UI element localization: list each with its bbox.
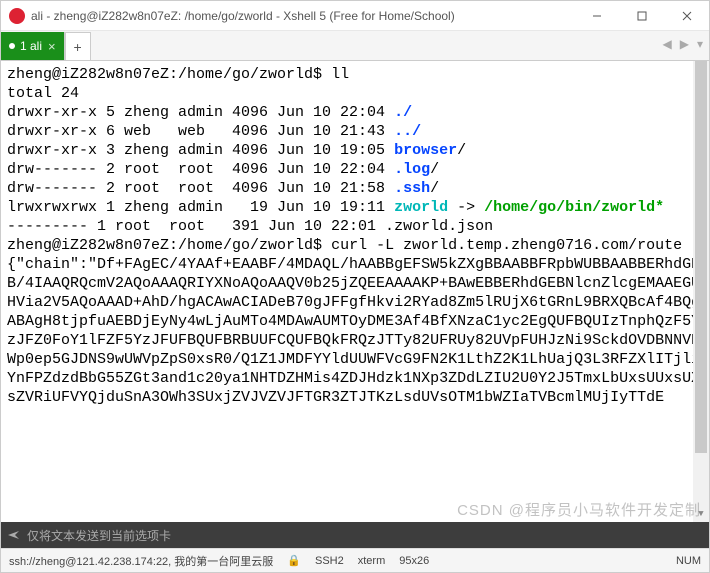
tab-session-1[interactable]: 1 ali ×: [1, 32, 65, 60]
arrow: ->: [448, 199, 484, 216]
symlink-name: zworld: [394, 199, 448, 216]
dir-name: .log: [394, 161, 430, 178]
dir-name: ../: [394, 123, 421, 140]
ls-row: lrwxrwxrwx 1 zheng admin 19 Jun 10 19:11: [7, 199, 394, 216]
slash: /: [430, 161, 439, 178]
ls-row: drw------- 2 root root 4096 Jun 10 22:04: [7, 161, 394, 178]
curl-output: {"chain":"Df+FAgEC/4YAAf+EAABF/4MDAQL/hA…: [7, 256, 700, 406]
window-buttons: [574, 1, 709, 31]
dir-name: browser: [394, 142, 457, 159]
scroll-down-icon[interactable]: ▼: [693, 506, 709, 522]
close-button[interactable]: [664, 1, 709, 31]
scrollbar[interactable]: ▲ ▼: [693, 61, 709, 522]
maximize-button[interactable]: [619, 1, 664, 31]
status-ssh: SSH2: [315, 555, 344, 567]
send-placeholder: 仅将文本发送到当前选项卡: [27, 527, 171, 544]
scrollbar-thumb[interactable]: [695, 61, 707, 453]
terminal[interactable]: zheng@iZ282w8n07eZ:/home/go/zworld$ ll t…: [1, 61, 709, 522]
status-dot-icon: [9, 43, 15, 49]
status-connection: ssh://zheng@121.42.238.174:22, 我的第一台阿里云服: [9, 553, 273, 569]
send-icon: [7, 529, 21, 541]
symlink-target: /home/go/bin/zworld: [484, 199, 655, 216]
tab-menu-icon[interactable]: ▾: [697, 37, 703, 51]
app-icon: [9, 8, 25, 24]
dir-name: ./: [394, 104, 412, 121]
output-line: total 24: [7, 85, 79, 102]
send-bar[interactable]: 仅将文本发送到当前选项卡: [1, 522, 709, 548]
prompt: zheng@iZ282w8n07eZ:/home/go/zworld$: [7, 237, 331, 254]
tab-next-icon[interactable]: ▶: [680, 37, 689, 51]
ls-row: drwxr-xr-x 6 web web 4096 Jun 10 21:43: [7, 123, 394, 140]
ls-row: drw------- 2 root root 4096 Jun 10 21:58: [7, 180, 394, 197]
status-num: NUM: [676, 555, 701, 567]
window-title: ali - zheng@iZ282w8n07eZ: /home/go/zworl…: [31, 9, 574, 23]
tab-nav: ◀ ▶ ▾: [663, 37, 704, 51]
dir-name: .ssh: [394, 180, 430, 197]
prompt: zheng@iZ282w8n07eZ:/home/go/zworld$: [7, 66, 331, 83]
watermark: CSDN @程序员小马软件开发定制: [457, 501, 701, 520]
command: ll: [331, 66, 349, 83]
minimize-button[interactable]: [574, 1, 619, 31]
tabbar: 1 ali × + ◀ ▶ ▾: [1, 31, 709, 61]
slash: /: [457, 142, 466, 159]
status-term: xterm: [358, 555, 386, 567]
ls-row: --------- 1 root root 391 Jun 10 22:01 .…: [7, 218, 493, 235]
status-ssh-icon: 🔒: [287, 554, 301, 567]
star: *: [655, 199, 664, 216]
add-tab-button[interactable]: +: [65, 32, 91, 60]
ls-row: drwxr-xr-x 5 zheng admin 4096 Jun 10 22:…: [7, 104, 394, 121]
ls-row: drwxr-xr-x 3 zheng admin 4096 Jun 10 19:…: [7, 142, 394, 159]
status-size: 95x26: [399, 555, 429, 567]
statusbar: ssh://zheng@121.42.238.174:22, 我的第一台阿里云服…: [1, 548, 709, 572]
close-tab-icon[interactable]: ×: [48, 39, 56, 54]
command: curl -L zworld.temp.zheng0716.com/route: [331, 237, 682, 254]
tab-prev-icon[interactable]: ◀: [663, 37, 672, 51]
tab-label: 1 ali: [20, 39, 42, 53]
slash: /: [430, 180, 439, 197]
titlebar: ali - zheng@iZ282w8n07eZ: /home/go/zworl…: [1, 1, 709, 31]
